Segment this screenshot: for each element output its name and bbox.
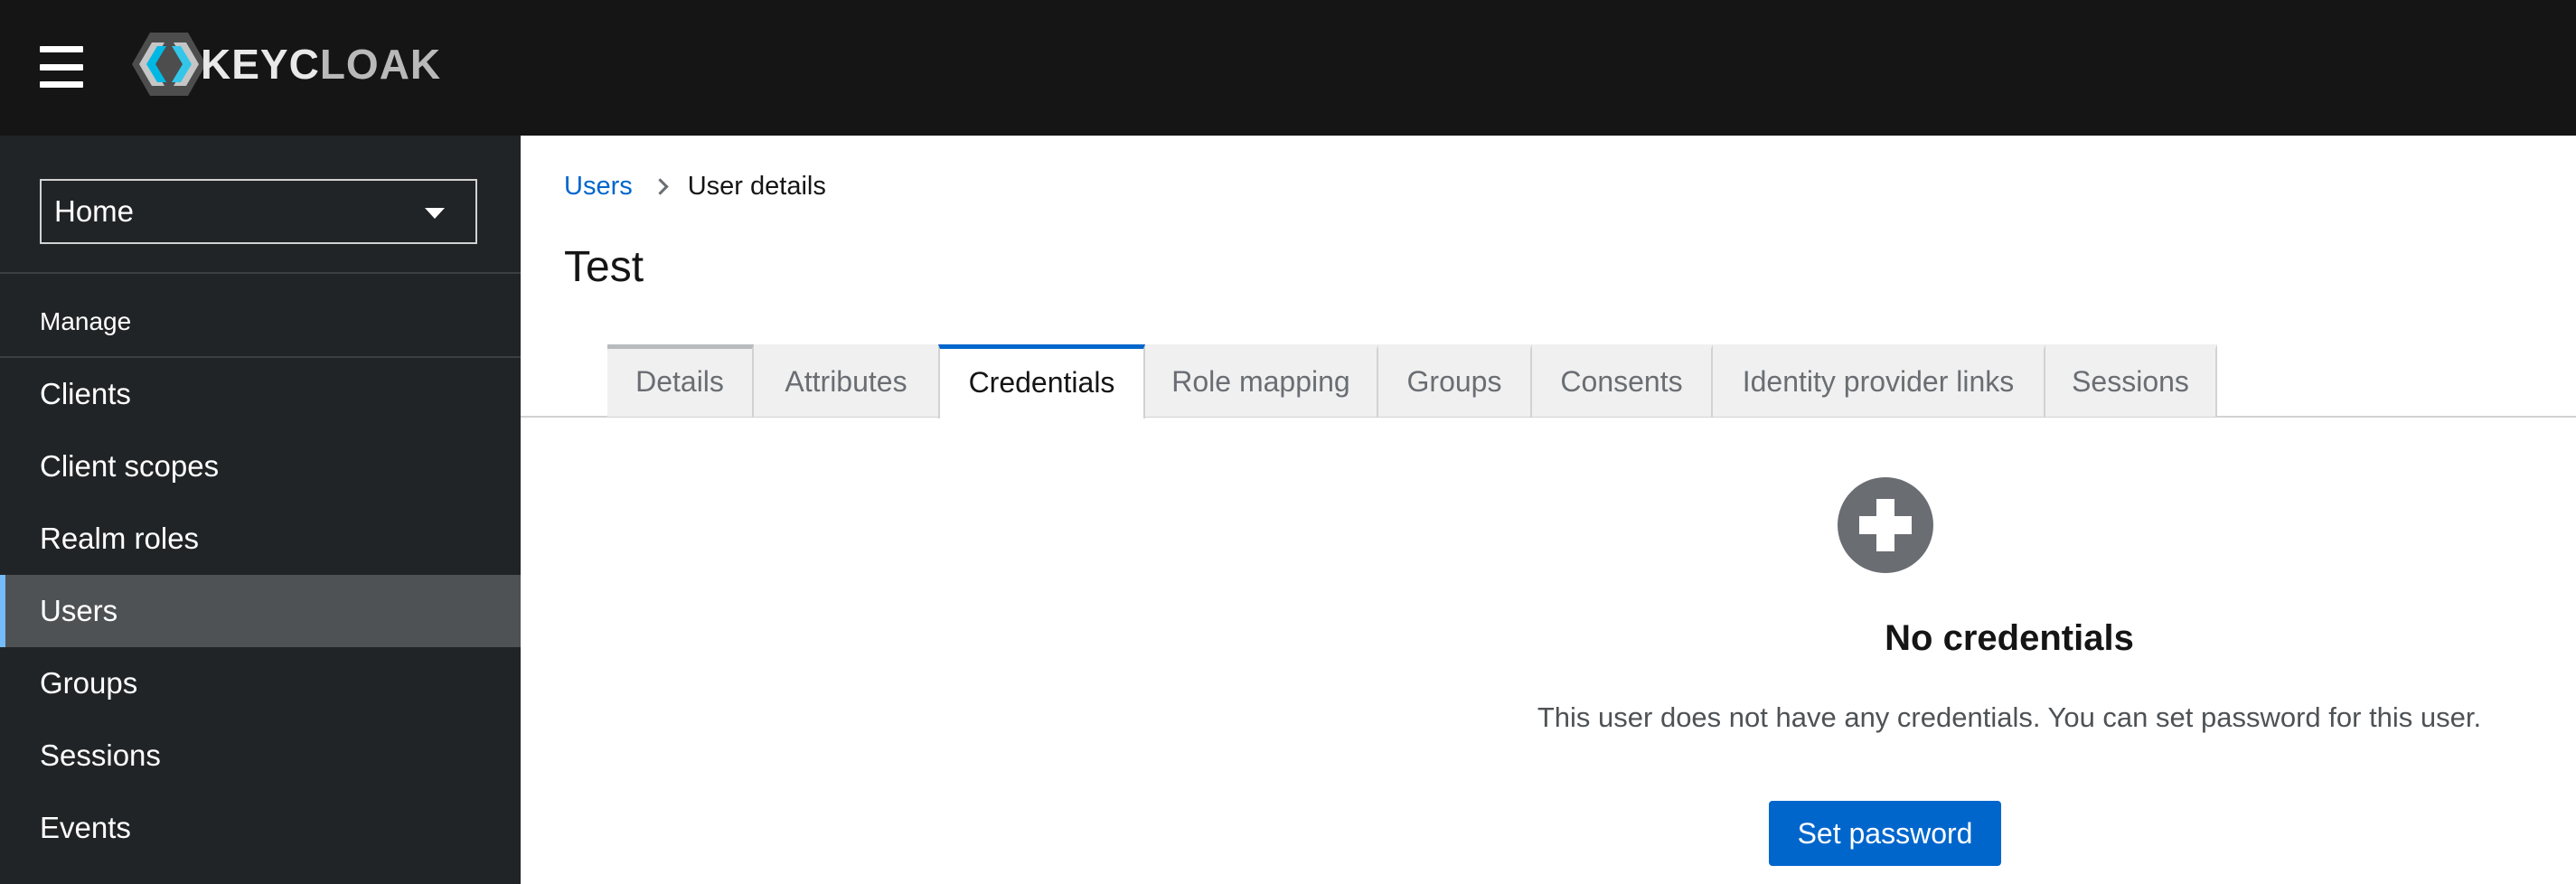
tab-label: Groups [1406,365,1502,398]
sidebar-item-users[interactable]: Users [0,575,521,647]
tab-details[interactable]: Details [607,344,754,417]
realm-selector-value: Home [54,194,135,228]
keycloak-hexagon-icon [132,33,206,96]
keycloak-logo[interactable]: KEYCLOAK [132,31,441,98]
sidebar: Home Manage Clients Client scopes Realm … [0,136,521,884]
sidebar-section-title: Manage [40,307,132,335]
tab-label: Credentials [968,366,1115,399]
tab-attributes[interactable]: Attributes [754,344,940,417]
tab-sessions[interactable]: Sessions [2045,344,2217,417]
sidebar-divider [0,272,521,274]
empty-state-title: No credentials [1885,618,2134,658]
sidebar-item-groups[interactable]: Groups [0,647,521,719]
sidebar-item-label: Realm roles [40,522,200,555]
brand-wordmark: KEYCLOAK [201,41,442,88]
breadcrumb-current: User details [687,172,826,201]
breadcrumb-link-users[interactable]: Users [564,172,633,202]
tab-credentials[interactable]: Credentials [938,344,1145,418]
tab-label: Details [635,365,724,398]
sidebar-item-label: Sessions [40,738,161,772]
tab-label: Attributes [785,365,907,398]
caret-down-icon [425,208,445,219]
realm-selector[interactable]: Home [40,179,477,244]
tab-label: Identity provider links [1742,365,2015,398]
empty-state-body: This user does not have any credentials.… [1537,701,2482,733]
empty-state: No credentials This user does not have a… [521,418,2576,884]
page-title: Test [564,243,644,291]
chevron-right-icon [652,178,669,195]
plus-circle-icon [1838,477,1933,573]
sidebar-item-label: Users [40,594,118,627]
tab-groups[interactable]: Groups [1378,344,1532,417]
sidebar-item-label: Client scopes [40,449,220,483]
sidebar-item-sessions[interactable]: Sessions [0,719,521,792]
sidebar-item-label: Clients [40,377,131,410]
sidebar-item-label: Events [40,811,131,844]
sidebar-item-realm-roles[interactable]: Realm roles [0,503,521,575]
tab-identity-provider-links[interactable]: Identity provider links [1713,344,2045,417]
tab-consents[interactable]: Consents [1532,344,1713,417]
hamburger-icon[interactable] [40,46,83,88]
tab-label: Role mapping [1171,365,1350,398]
tab-label: Consents [1560,365,1683,398]
sidebar-item-label: Groups [40,666,138,700]
sidebar-item-events[interactable]: Events [0,792,521,864]
set-password-button[interactable]: Set password [1769,801,2001,866]
breadcrumb: Users User details [564,172,826,202]
masthead: KEYCLOAK [0,0,2576,136]
sidebar-item-client-scopes[interactable]: Client scopes [0,430,521,503]
tab-role-mapping[interactable]: Role mapping [1145,344,1378,417]
tab-label: Sessions [2072,365,2189,398]
sidebar-item-clients[interactable]: Clients [0,358,521,430]
user-tabs: Details Attributes Credentials Role mapp… [607,344,2217,418]
main-content: Users User details Test Details Attribut… [521,136,2576,884]
